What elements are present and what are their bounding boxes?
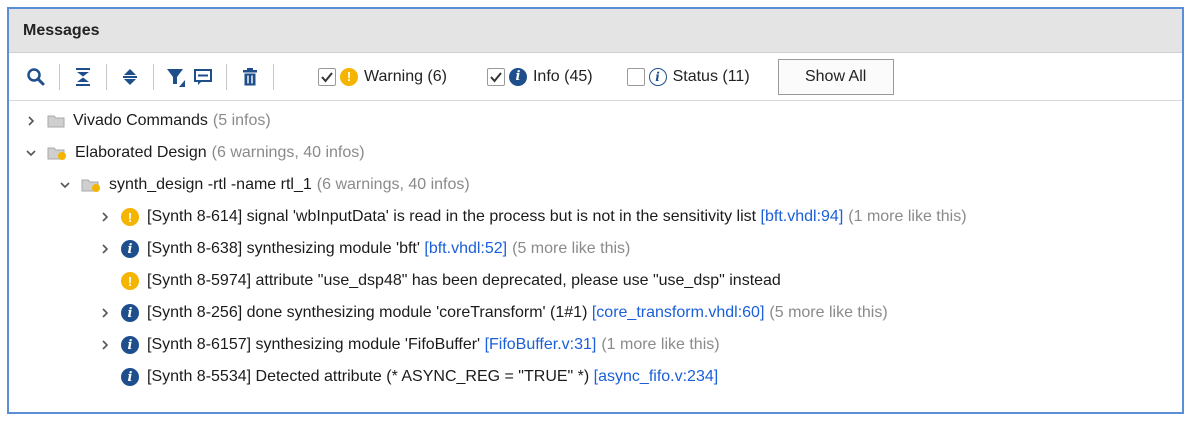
more-like-this: (1 more like this) [848,208,967,225]
search-button[interactable] [23,62,49,92]
tree-node-count: (6 warnings, 40 infos) [316,176,470,193]
message-text: [Synth 8-5534] Detected attribute (* ASY… [147,368,590,385]
status-checkbox[interactable] [626,67,645,86]
status-filter-label: Status (11) [672,67,750,85]
toolbar-divider [273,63,274,90]
source-link[interactable]: [async_fifo.v:234] [594,368,719,386]
warning-filter: ! Warning (6) [318,67,447,86]
message-row[interactable]: i [Synth 8-638] synthesizing module 'bft… [97,234,630,264]
folder-warning-icon [47,146,67,161]
info-icon: i [508,67,527,86]
checkmark-icon [321,71,333,83]
toolbar-divider [106,63,107,90]
panel-header: Messages [9,9,1182,53]
tree-node-label: Elaborated Design [75,144,207,161]
message-text: [Synth 8-256] done synthesizing module '… [147,304,588,321]
source-link[interactable]: [FifoBuffer.v:31] [485,336,597,354]
info-icon: i [121,240,139,258]
message-row[interactable]: i [Synth 8-256] done synthesizing module… [97,298,888,328]
source-link[interactable]: [core_transform.vhdl:60] [592,304,765,322]
collapse-all-button[interactable] [70,62,96,92]
toolbar-divider [226,63,227,90]
warning-icon: ! [121,272,139,290]
info-icon: i [121,304,139,322]
chevron-right-icon[interactable] [97,243,113,255]
more-like-this: (1 more like this) [601,336,720,353]
filter-button[interactable] [164,62,190,92]
messages-toolbar: ! Warning (6) i Info (45) i Status (11) … [9,53,1182,101]
message-row[interactable]: ! [Synth 8-614] signal 'wbInputData' is … [97,202,967,232]
collapse-all-icon [76,67,90,86]
trash-icon [243,67,257,85]
message-row[interactable]: i [Synth 8-6157] synthesizing module 'Fi… [97,330,720,360]
filter-icon [167,68,185,87]
message-row[interactable]: ! [Synth 8-5974] attribute "use_dsp48" h… [121,266,781,296]
info-checkbox[interactable] [486,67,505,86]
tree-node-count: (5 infos) [212,112,271,129]
warning-icon: ! [340,67,358,86]
chevron-down-icon[interactable] [23,147,39,159]
message-text: [Synth 8-638] synthesizing module 'bft' [147,240,420,257]
checkmark-icon [490,71,502,83]
tree-node-label: synth_design -rtl -name rtl_1 [109,176,312,193]
info-filter-label: Info (45) [532,67,593,85]
panel-title: Messages [23,21,100,39]
show-all-button[interactable]: Show All [777,58,894,95]
messages-panel: Messages ! Warning (6) i Info (45) i Sta… [7,7,1184,414]
expand-all-icon [123,68,137,85]
info-icon: i [121,336,139,354]
chevron-right-icon[interactable] [97,211,113,223]
chevron-right-icon[interactable] [97,307,113,319]
more-like-this: (5 more like this) [769,304,888,321]
message-text: [Synth 8-614] signal 'wbInputData' is re… [147,208,757,225]
message-text: [Synth 8-6157] synthesizing module 'Fifo… [147,336,481,353]
expand-all-button[interactable] [117,62,143,92]
tree-node-label: Vivado Commands [73,112,208,129]
status-info-icon: i [648,67,667,86]
search-icon [27,67,45,85]
info-filter: i Info (45) [486,67,593,86]
delete-button[interactable] [237,62,263,92]
chevron-right-icon[interactable] [23,115,39,127]
source-link[interactable]: [bft.vhdl:94] [761,208,844,226]
tree-node-elaborated-design[interactable]: Elaborated Design (6 warnings, 40 infos) [23,138,365,168]
tree-node-synth-design[interactable]: synth_design -rtl -name rtl_1 (6 warning… [57,170,470,200]
message-text: [Synth 8-5974] attribute "use_dsp48" has… [147,272,781,289]
more-like-this: (5 more like this) [512,240,631,257]
warning-checkbox[interactable] [318,67,336,86]
info-icon: i [121,368,139,386]
warning-icon: ! [121,208,139,226]
chevron-right-icon[interactable] [97,339,113,351]
source-link[interactable]: [bft.vhdl:52] [424,240,507,258]
message-group-icon [194,68,212,85]
folder-warning-icon [81,178,101,193]
folder-icon [47,114,65,128]
tree-node-count: (6 warnings, 40 infos) [211,144,365,161]
warning-filter-label: Warning (6) [364,67,447,85]
group-button[interactable] [190,62,216,92]
toolbar-divider [59,63,60,90]
message-row[interactable]: i [Synth 8-5534] Detected attribute (* A… [121,362,718,392]
chevron-down-icon[interactable] [57,179,73,191]
toolbar-divider [153,63,154,90]
status-filter: i Status (11) [626,67,750,86]
tree-node-vivado-commands[interactable]: Vivado Commands (5 infos) [23,106,271,136]
